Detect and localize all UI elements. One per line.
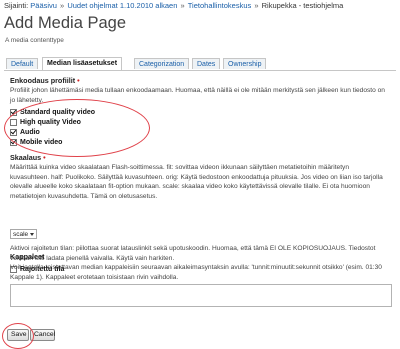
restricted-mode-description: Aktivoi rajoitetun tilan: piilottaa suor… (10, 245, 376, 262)
profile-audio[interactable]: Audio (10, 128, 40, 137)
breadcrumb: Sijainti: Pääsivu » Uudet ohjelmat 1.10.… (4, 1, 343, 10)
page-title: Add Media Page (4, 14, 127, 32)
profile-audio-label: Audio (20, 129, 40, 136)
profile-standard-quality-label: Standard quality video (20, 109, 96, 116)
scaling-select-value: scale (13, 230, 29, 238)
profile-mobile-video-label: Mobile video (20, 139, 63, 146)
scaling-label: Skaalaus • (10, 153, 46, 162)
profile-standard-quality-video[interactable]: Standard quality video (10, 108, 95, 117)
tab-bar: Default Median lisäasetukset Categorizat… (4, 57, 396, 71)
save-button[interactable]: Save (7, 329, 29, 341)
profile-mobile-video[interactable]: Mobile video (10, 138, 62, 147)
profile-high-quality-label: High quality Video (20, 119, 81, 126)
chevron-down-icon (30, 232, 34, 236)
breadcrumb-link-new-programs[interactable]: Uudet ohjelmat 1.10.2010 alkaen (67, 1, 177, 10)
profile-high-quality-video[interactable]: High quality Video (10, 118, 81, 127)
chapters-label: Kappaleet (10, 252, 45, 261)
tab-default[interactable]: Default (6, 58, 39, 69)
scaling-label-text: Skaalaus (10, 153, 42, 162)
chapters-textarea[interactable] (10, 284, 392, 307)
breadcrumb-separator: » (252, 1, 261, 10)
cancel-button[interactable]: Cancel (30, 329, 55, 341)
tab-dates[interactable]: Dates (192, 58, 221, 69)
required-marker: • (77, 76, 80, 85)
chapters-description: Voit jaotella toistettavan median kappal… (10, 264, 382, 281)
profile-mobile-video-checkbox[interactable] (10, 139, 17, 146)
page-subtitle: A media contenttype (5, 37, 64, 44)
encoding-profiles-label-text: Enkoodaus profiilit (10, 76, 76, 85)
profile-high-quality-checkbox[interactable] (10, 119, 17, 126)
breadcrumb-link-home[interactable]: Pääsivu (30, 1, 57, 10)
encoding-profiles-label: Enkoodaus profiilit • (10, 76, 80, 85)
scaling-select[interactable]: scale (10, 229, 37, 239)
required-marker: • (43, 153, 46, 162)
profile-standard-quality-checkbox[interactable] (10, 109, 17, 116)
tab-categorization[interactable]: Categorization (134, 58, 190, 69)
scaling-description: Määrittää kuinka video skaalataan Flash-… (10, 164, 383, 200)
breadcrumb-link-it-center[interactable]: Tietohallintokeskus (188, 1, 252, 10)
tab-ownership[interactable]: Ownership (223, 58, 267, 69)
breadcrumb-current: Rikupekka - testiohjelma (261, 1, 344, 10)
breadcrumb-separator: » (178, 1, 187, 10)
tab-media-settings[interactable]: Median lisäasetukset (42, 57, 123, 70)
breadcrumb-separator: » (57, 1, 67, 10)
encoding-profiles-description: Profiilit johon lähettämäsi media tullaa… (10, 87, 385, 104)
breadcrumb-prefix: Sijainti: (4, 1, 29, 10)
profile-audio-checkbox[interactable] (10, 129, 17, 136)
